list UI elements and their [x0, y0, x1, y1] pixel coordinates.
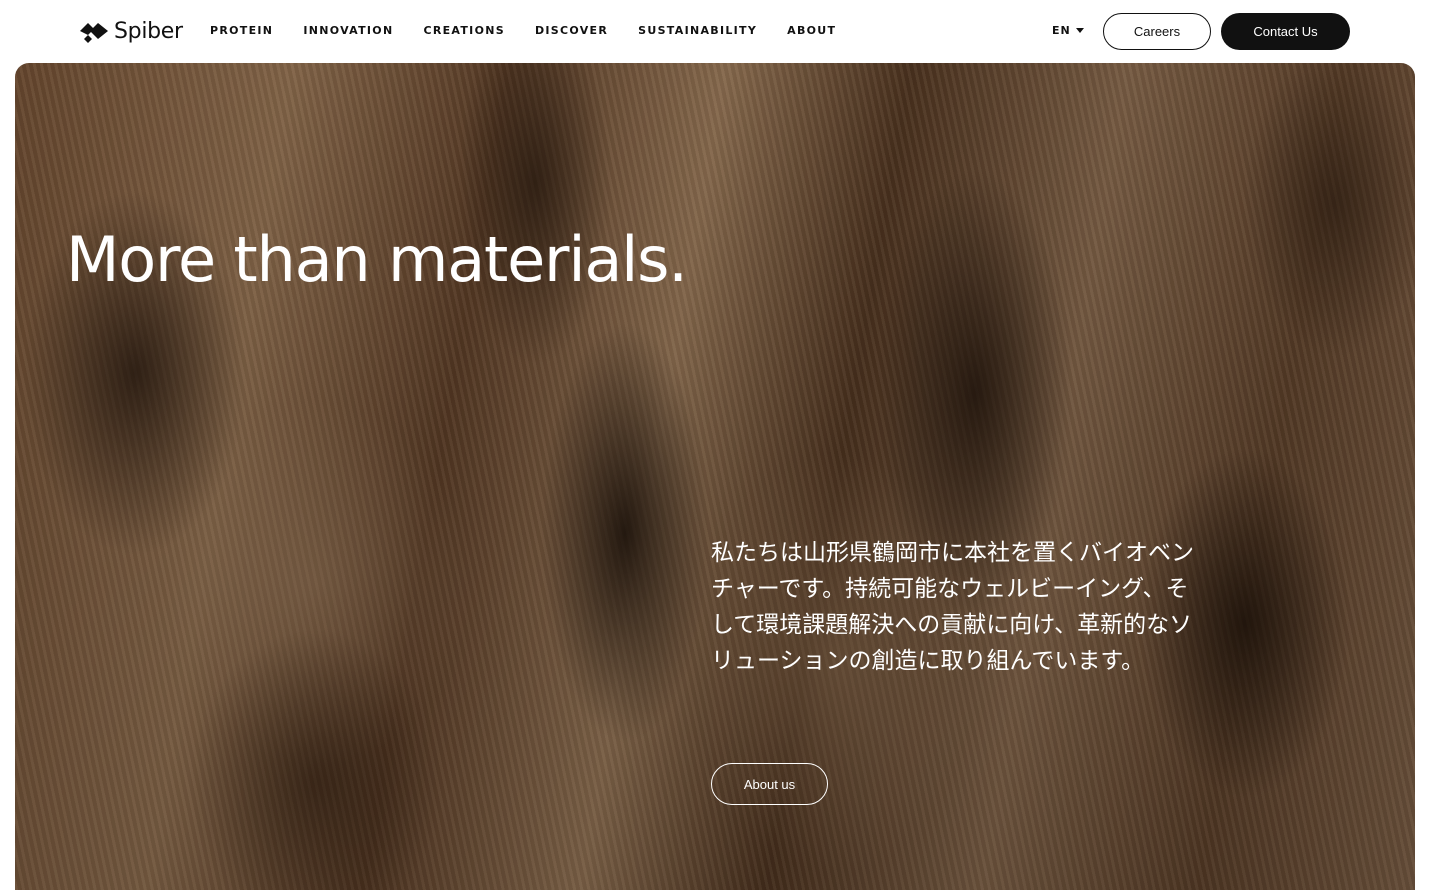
language-selector[interactable]: EN [1052, 24, 1084, 37]
hero-title: More than materials. [66, 223, 688, 296]
nav-item-innovation[interactable]: INNOVATION [303, 24, 393, 37]
nav-item-creations[interactable]: CREATIONS [423, 24, 505, 37]
spiber-logo-icon [80, 23, 108, 43]
nav-item-discover[interactable]: DISCOVER [535, 24, 608, 37]
brand-name: Spiber [114, 18, 183, 44]
spiber-logo[interactable]: Spiber [80, 17, 183, 45]
hero-section: More than materials. 私たちは山形県鶴岡市に本社を置くバイオ… [15, 63, 1415, 890]
contact-us-button[interactable]: Contact Us [1221, 13, 1350, 50]
careers-button[interactable]: Careers [1103, 13, 1211, 50]
nav-item-about[interactable]: ABOUT [787, 24, 836, 37]
site-header: Spiber PROTEIN INNOVATION CREATIONS DISC… [0, 0, 1430, 62]
main-nav: PROTEIN INNOVATION CREATIONS DISCOVER SU… [210, 24, 866, 37]
hero-description: 私たちは山形県鶴岡市に本社を置くバイオベンチャーです。持続可能なウェルビーイング… [711, 540, 1194, 674]
nav-item-sustainability[interactable]: SUSTAINABILITY [638, 24, 757, 37]
language-label: EN [1052, 24, 1071, 37]
hero-background-image [15, 63, 1415, 890]
nav-item-protein[interactable]: PROTEIN [210, 24, 273, 37]
about-us-button[interactable]: About us [711, 763, 828, 805]
caret-down-icon [1075, 28, 1084, 33]
